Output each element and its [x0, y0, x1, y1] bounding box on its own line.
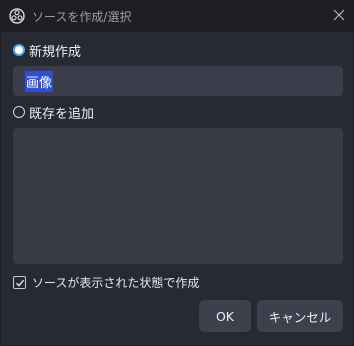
source-name-value: 画像 [25, 70, 54, 92]
window-title: ソースを作成/選択 [32, 10, 132, 24]
source-dialog: 新規作成 画像 既存を追加 ソースが表示された状態で作成 OK キャンセル [1, 32, 353, 345]
checkmark-icon [16, 279, 25, 287]
existing-sources-list[interactable] [13, 128, 343, 264]
add-existing-option[interactable]: 既存を追加 [13, 102, 94, 122]
create-new-option[interactable]: 新規作成 [13, 40, 81, 60]
create-new-radio[interactable] [13, 44, 25, 56]
add-existing-label: 既存を追加 [29, 106, 95, 122]
make-visible-checkbox[interactable] [13, 275, 26, 289]
cancel-button[interactable]: キャンセル [257, 300, 343, 332]
add-existing-radio[interactable] [13, 106, 25, 118]
create-new-label: 新規作成 [29, 44, 82, 60]
make-visible-label: ソースが表示された状態で作成 [32, 275, 200, 290]
obs-logo-icon [9, 8, 25, 24]
make-visible-option[interactable]: ソースが表示された状態で作成 [13, 272, 199, 292]
ok-button[interactable]: OK [199, 300, 251, 332]
title-bar: ソースを作成/選択 [0, 0, 354, 32]
close-icon[interactable] [330, 6, 348, 24]
source-name-input[interactable]: 画像 [13, 66, 343, 96]
